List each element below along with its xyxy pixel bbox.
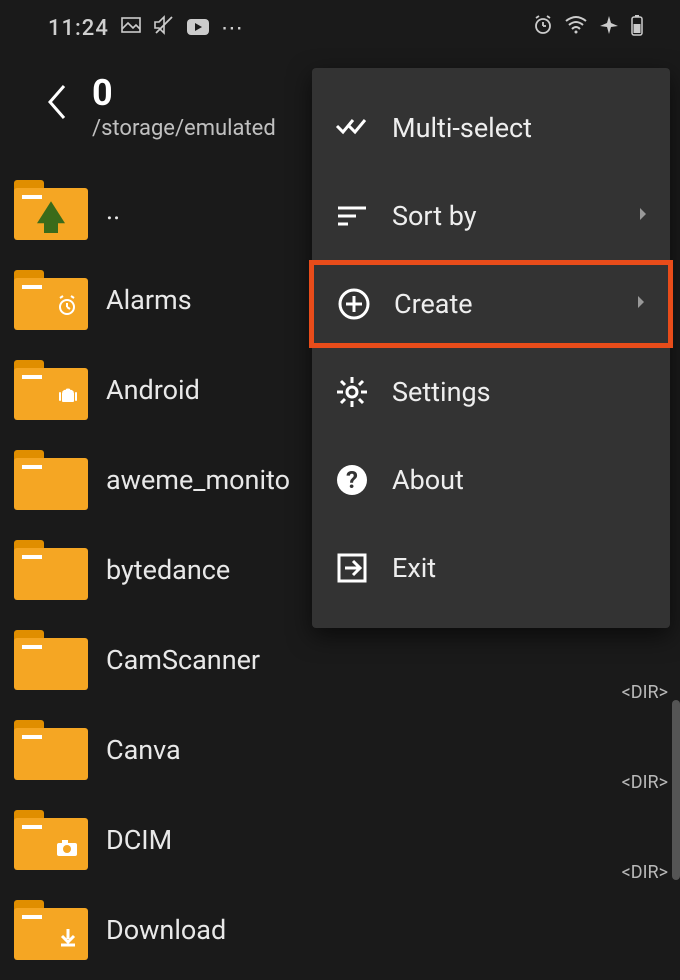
- file-name: Alarms: [106, 284, 192, 316]
- airplane-icon: [598, 14, 620, 42]
- gear-icon: [334, 374, 370, 410]
- mute-icon: [153, 14, 175, 42]
- chevron-right-icon: [636, 294, 646, 315]
- menu-label: Multi-select: [392, 112, 648, 144]
- menu-item-settings[interactable]: Settings: [312, 348, 670, 436]
- status-time: 11:24: [48, 16, 109, 41]
- page-title: 0: [92, 72, 276, 114]
- menu-label: About: [392, 464, 648, 496]
- menu-label: Settings: [392, 376, 648, 408]
- plus-circle-icon: [336, 286, 372, 322]
- menu-item-exit[interactable]: Exit: [312, 524, 670, 612]
- file-name: aweme_monito: [106, 464, 290, 496]
- folder-icon: [14, 360, 88, 420]
- file-name: ..: [106, 194, 120, 226]
- menu-item-multi-select[interactable]: Multi-select: [312, 84, 670, 172]
- folder-icon: [14, 270, 88, 330]
- image-icon: [121, 15, 141, 41]
- menu-item-about[interactable]: ? About: [312, 436, 670, 524]
- file-row[interactable]: DCIM <DIR>: [0, 795, 680, 885]
- multi-select-icon: [334, 110, 370, 146]
- file-name: Canva: [106, 734, 181, 766]
- exit-icon: [334, 550, 370, 586]
- alarm-icon: [532, 14, 554, 42]
- folder-icon: [14, 900, 88, 960]
- battery-icon: [630, 14, 644, 42]
- file-row[interactable]: CamScanner <DIR>: [0, 615, 680, 705]
- menu-label: Create: [394, 288, 614, 320]
- back-button[interactable]: [44, 81, 68, 133]
- breadcrumb-path: /storage/emulated: [92, 116, 276, 141]
- context-menu: Multi-select Sort by Create Settings? About E…: [312, 68, 670, 628]
- dir-tag: <DIR>: [622, 772, 668, 793]
- scrollbar[interactable]: [672, 700, 680, 880]
- status-bar: 11:24 ⋯: [0, 0, 680, 56]
- file-name: DCIM: [106, 824, 172, 856]
- wifi-icon: [564, 15, 588, 41]
- menu-label: Exit: [392, 552, 648, 584]
- youtube-icon: [187, 16, 209, 41]
- sort-icon: [334, 198, 370, 234]
- question-icon: ?: [334, 462, 370, 498]
- chevron-right-icon: [638, 206, 648, 227]
- file-row[interactable]: Download: [0, 885, 680, 975]
- file-name: CamScanner: [106, 644, 260, 676]
- menu-item-create[interactable]: Create: [309, 260, 673, 348]
- folder-icon: [14, 450, 88, 510]
- svg-text:?: ?: [346, 466, 358, 494]
- file-row[interactable]: Canva <DIR>: [0, 705, 680, 795]
- dir-tag: <DIR>: [622, 862, 668, 883]
- file-name: bytedance: [106, 554, 230, 586]
- menu-item-sort-by[interactable]: Sort by: [312, 172, 670, 260]
- folder-icon: [14, 630, 88, 690]
- menu-label: Sort by: [392, 200, 616, 232]
- folder-icon: [14, 540, 88, 600]
- more-icon: ⋯: [221, 16, 245, 41]
- folder-icon: [14, 720, 88, 780]
- folder-icon: [14, 810, 88, 870]
- dir-tag: <DIR>: [622, 682, 668, 703]
- file-name: Android: [106, 374, 200, 406]
- folder-up-icon: [14, 180, 88, 240]
- file-name: Download: [106, 914, 226, 946]
